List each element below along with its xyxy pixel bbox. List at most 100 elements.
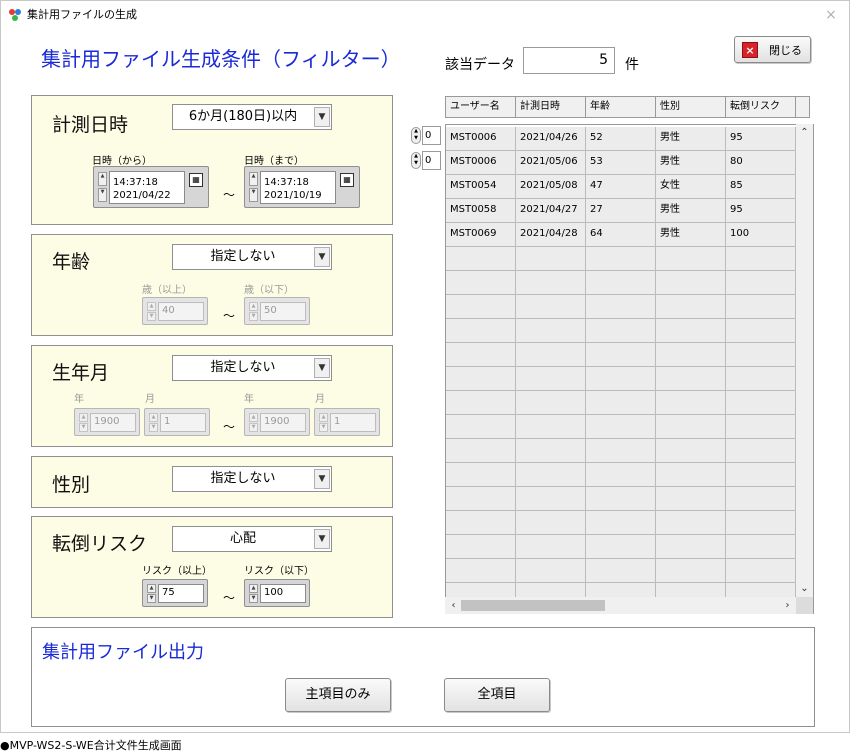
measure-date-dropdown[interactable]: 6か月(180日)以内 ▼ <box>172 104 332 130</box>
table-cell[interactable]: 2021/04/27 <box>516 199 586 223</box>
table-empty-cell[interactable] <box>516 247 586 271</box>
spin-up-icon[interactable]: ▲ <box>249 413 258 422</box>
table-cell[interactable]: 男性 <box>656 199 726 223</box>
spin-down-icon[interactable]: ▼ <box>249 423 258 432</box>
table-empty-cell[interactable] <box>586 487 656 511</box>
date-from-field[interactable]: 14:37:18 2021/04/22 <box>109 171 185 204</box>
age-max-spinner[interactable]: ▲ ▼ 50 <box>244 297 310 325</box>
table-empty-cell[interactable] <box>726 271 796 295</box>
table-empty-cell[interactable] <box>446 439 516 463</box>
close-button[interactable]: × 閉じる <box>734 36 811 63</box>
table-empty-cell[interactable] <box>446 247 516 271</box>
fall-risk-dropdown[interactable]: 心配 ▼ <box>172 526 332 552</box>
table-empty-cell[interactable] <box>726 319 796 343</box>
spin-up-icon[interactable]: ▲ <box>249 172 258 186</box>
age-min-spinner[interactable]: ▲ ▼ 40 <box>142 297 208 325</box>
table-cell[interactable]: MST0069 <box>446 223 516 247</box>
table-empty-cell[interactable] <box>586 391 656 415</box>
row-index-spinner[interactable]: ▲ ▼ 0 <box>411 126 441 146</box>
birth-from-year-field[interactable]: 1900 <box>90 413 136 432</box>
table-cell[interactable]: 95 <box>726 127 796 151</box>
table-empty-cell[interactable] <box>446 271 516 295</box>
horizontal-scrollbar[interactable]: ‹ › <box>445 597 796 614</box>
table-cell[interactable]: 男性 <box>656 223 726 247</box>
table-cell[interactable]: 2021/05/06 <box>516 151 586 175</box>
table-cell[interactable]: 80 <box>726 151 796 175</box>
spin-up-icon[interactable]: ▲ <box>249 302 258 311</box>
table-empty-cell[interactable] <box>516 319 586 343</box>
table-empty-cell[interactable] <box>516 391 586 415</box>
spin-down-icon[interactable]: ▼ <box>319 423 328 432</box>
table-empty-cell[interactable] <box>446 319 516 343</box>
table-empty-cell[interactable] <box>586 343 656 367</box>
age-max-field[interactable]: 50 <box>260 302 306 321</box>
table-empty-cell[interactable] <box>446 391 516 415</box>
table-empty-cell[interactable] <box>656 391 726 415</box>
table-empty-cell[interactable] <box>656 367 726 391</box>
table-empty-cell[interactable] <box>586 463 656 487</box>
table-empty-cell[interactable] <box>656 487 726 511</box>
column-index-field[interactable]: 0 <box>422 151 441 170</box>
calendar-icon[interactable]: ▦ <box>189 173 203 187</box>
scroll-left-icon[interactable]: ‹ <box>445 597 462 614</box>
table-cell[interactable]: 52 <box>586 127 656 151</box>
column-header-age[interactable]: 年齢 <box>586 97 656 117</box>
table-empty-cell[interactable] <box>726 247 796 271</box>
table-empty-cell[interactable] <box>726 367 796 391</box>
table-empty-cell[interactable] <box>656 511 726 535</box>
table-cell[interactable]: 47 <box>586 175 656 199</box>
spin-down-icon[interactable]: ▼ <box>249 312 258 321</box>
table-empty-cell[interactable] <box>586 415 656 439</box>
column-header-risk[interactable]: 転倒リスク <box>726 97 796 117</box>
table-empty-cell[interactable] <box>516 439 586 463</box>
risk-max-spinner[interactable]: ▲ ▼ 100 <box>244 579 310 607</box>
table-empty-cell[interactable] <box>446 535 516 559</box>
table-cell[interactable]: 100 <box>726 223 796 247</box>
spin-down-icon[interactable]: ▼ <box>249 188 258 202</box>
table-empty-cell[interactable] <box>586 295 656 319</box>
table-empty-cell[interactable] <box>586 319 656 343</box>
table-empty-cell[interactable] <box>446 559 516 583</box>
table-empty-cell[interactable] <box>656 535 726 559</box>
date-to-picker[interactable]: ▲ ▼ 14:37:18 2021/10/19 ▦ <box>244 166 360 208</box>
table-empty-cell[interactable] <box>726 559 796 583</box>
spin-up-icon[interactable]: ▲ <box>147 584 156 593</box>
horizontal-scroll-thumb[interactable] <box>461 600 605 611</box>
table-empty-cell[interactable] <box>656 463 726 487</box>
spin-down-icon[interactable]: ▼ <box>149 423 158 432</box>
spin-down-icon[interactable]: ▼ <box>98 188 107 202</box>
table-empty-cell[interactable] <box>516 463 586 487</box>
table-cell[interactable]: 2021/05/08 <box>516 175 586 199</box>
column-header-date[interactable]: 計測日時 <box>516 97 586 117</box>
birth-from-month-field[interactable]: 1 <box>160 413 206 432</box>
risk-max-field[interactable]: 100 <box>260 584 306 603</box>
table-empty-cell[interactable] <box>446 511 516 535</box>
table-empty-cell[interactable] <box>516 271 586 295</box>
table-empty-cell[interactable] <box>656 295 726 319</box>
scroll-down-icon[interactable]: ⌄ <box>796 580 813 597</box>
table-empty-cell[interactable] <box>516 415 586 439</box>
table-cell[interactable]: 男性 <box>656 151 726 175</box>
birth-from-month-spinner[interactable]: ▲ ▼ 1 <box>144 408 210 436</box>
table-empty-cell[interactable] <box>726 487 796 511</box>
column-header-user[interactable]: ユーザー名 <box>446 97 516 117</box>
table-empty-cell[interactable] <box>516 295 586 319</box>
spin-up-icon[interactable]: ▲ <box>319 413 328 422</box>
column-header-gender[interactable]: 性別 <box>656 97 726 117</box>
table-empty-cell[interactable] <box>656 247 726 271</box>
table-empty-cell[interactable] <box>656 439 726 463</box>
table-cell[interactable]: 85 <box>726 175 796 199</box>
calendar-icon[interactable]: ▦ <box>340 173 354 187</box>
gender-dropdown[interactable]: 指定しない ▼ <box>172 466 332 492</box>
table-cell[interactable]: MST0006 <box>446 127 516 151</box>
table-cell[interactable]: 53 <box>586 151 656 175</box>
table-empty-cell[interactable] <box>726 463 796 487</box>
table-empty-cell[interactable] <box>726 439 796 463</box>
spin-down-icon[interactable]: ▼ <box>79 423 88 432</box>
table-cell[interactable]: MST0006 <box>446 151 516 175</box>
table-cell[interactable]: 2021/04/26 <box>516 127 586 151</box>
table-cell[interactable]: 27 <box>586 199 656 223</box>
table-cell[interactable]: 女性 <box>656 175 726 199</box>
date-from-picker[interactable]: ▲ ▼ 14:37:18 2021/04/22 ▦ <box>93 166 209 208</box>
table-empty-cell[interactable] <box>516 343 586 367</box>
